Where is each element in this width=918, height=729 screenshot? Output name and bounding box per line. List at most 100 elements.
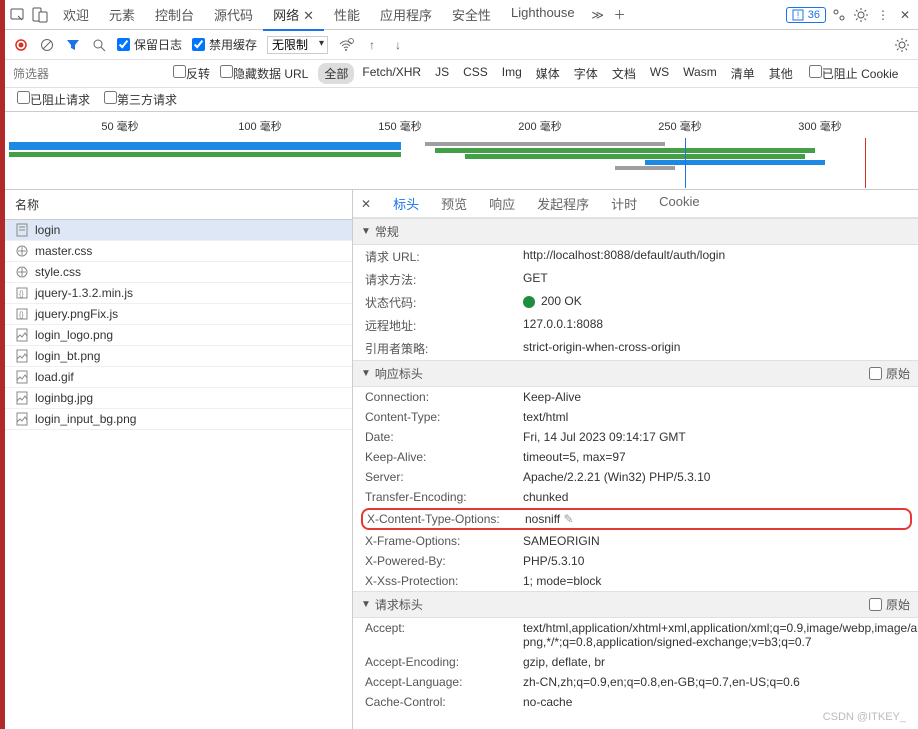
- detail-tab[interactable]: 标头: [391, 190, 421, 220]
- preserve-log-checkbox[interactable]: 保留日志: [117, 36, 182, 53]
- header-key: 引用者策略:: [365, 340, 523, 357]
- clear-icon[interactable]: [39, 37, 55, 53]
- header-row: Connection:Keep-Alive: [353, 387, 918, 407]
- tab-源代码[interactable]: 源代码: [204, 0, 263, 30]
- header-value: http://localhost:8088/default/auth/login: [523, 248, 918, 262]
- type-filter[interactable]: 文档: [606, 63, 642, 84]
- close-tab-icon[interactable]: ✕: [303, 8, 314, 23]
- timeline[interactable]: 50 毫秒100 毫秒150 毫秒200 毫秒250 毫秒300 毫秒: [5, 112, 918, 190]
- tab-性能[interactable]: 性能: [324, 0, 370, 30]
- detail-tab[interactable]: 发起程序: [535, 190, 591, 219]
- tab-欢迎[interactable]: 欢迎: [53, 0, 99, 30]
- waterfall-bar: [9, 142, 401, 150]
- header-value: 200 OK: [523, 294, 918, 308]
- request-row[interactable]: login_logo.png: [5, 325, 352, 346]
- type-filter[interactable]: Wasm: [677, 63, 723, 84]
- header-key: Accept:: [365, 621, 523, 635]
- throttle-select[interactable]: 无限制: [267, 36, 328, 54]
- download-icon[interactable]: ↓: [390, 37, 406, 53]
- type-filter[interactable]: JS: [429, 63, 455, 84]
- tab-安全性[interactable]: 安全性: [442, 0, 501, 30]
- add-tab-icon[interactable]: ＋: [611, 6, 629, 24]
- name-header[interactable]: 名称: [5, 190, 352, 220]
- waterfall-bar: [9, 152, 401, 157]
- record-icon[interactable]: [13, 37, 29, 53]
- raw-toggle[interactable]: 原始: [869, 365, 910, 382]
- tick-label: 150 毫秒: [378, 118, 421, 134]
- header-value: strict-origin-when-cross-origin: [523, 340, 918, 354]
- type-filter[interactable]: Fetch/XHR: [356, 63, 427, 84]
- upload-icon[interactable]: ↑: [364, 37, 380, 53]
- issues-badge[interactable]: !36: [786, 7, 826, 23]
- raw-toggle[interactable]: 原始: [869, 596, 910, 613]
- request-list: 名称 loginmaster.css style.css {}jquery-1.3.…: [5, 190, 353, 729]
- edit-icon[interactable]: ✎: [563, 512, 573, 526]
- blocked-cookies-checkbox[interactable]: 已阻止 Cookie: [809, 65, 899, 82]
- tab-Lighthouse[interactable]: Lighthouse: [501, 0, 585, 30]
- type-filter[interactable]: WS: [644, 63, 675, 84]
- search-icon[interactable]: [91, 37, 107, 53]
- detail-tab[interactable]: 响应: [487, 190, 517, 219]
- filter-input[interactable]: [13, 67, 163, 81]
- request-row[interactable]: {}jquery-1.3.2.min.js: [5, 283, 352, 304]
- close-devtools-icon[interactable]: ✕: [896, 6, 914, 24]
- request-headers-section[interactable]: ▼请求标头原始: [353, 591, 918, 618]
- wifi-icon[interactable]: [338, 37, 354, 53]
- request-row[interactable]: {}jquery.pngFix.js: [5, 304, 352, 325]
- more-tabs-icon[interactable]: ≫: [589, 6, 607, 24]
- request-row[interactable]: login: [5, 220, 352, 241]
- request-row[interactable]: master.css: [5, 241, 352, 262]
- header-key: Content-Type:: [365, 410, 523, 424]
- request-row[interactable]: load.gif: [5, 367, 352, 388]
- watermark: CSDN @ITKEY_: [823, 711, 906, 723]
- request-name: login_logo.png: [35, 328, 113, 342]
- detail-tab[interactable]: Cookie: [657, 190, 701, 219]
- settings-alt-icon[interactable]: [830, 6, 848, 24]
- disable-cache-checkbox[interactable]: 禁用缓存: [192, 36, 257, 53]
- type-filter[interactable]: 全部: [318, 63, 354, 84]
- third-party-checkbox[interactable]: 第三方请求: [104, 91, 177, 108]
- tab-元素[interactable]: 元素: [99, 0, 145, 30]
- header-value: zh-CN,zh;q=0.9,en;q=0.8,en-GB;q=0.7,en-U…: [523, 675, 918, 689]
- header-value: gzip, deflate, br: [523, 655, 918, 669]
- detail-tab[interactable]: 计时: [609, 190, 639, 219]
- invert-checkbox[interactable]: 反转: [173, 65, 210, 82]
- general-section[interactable]: ▼常规: [353, 218, 918, 245]
- tab-控制台[interactable]: 控制台: [145, 0, 204, 30]
- type-filter[interactable]: 媒体: [530, 63, 566, 84]
- blocked-requests-checkbox[interactable]: 已阻止请求: [17, 91, 90, 108]
- type-filter[interactable]: Img: [496, 63, 528, 84]
- detail-tab[interactable]: 预览: [439, 190, 469, 219]
- type-filter[interactable]: CSS: [457, 63, 494, 84]
- type-filter[interactable]: 字体: [568, 63, 604, 84]
- header-row: Accept-Encoding:gzip, deflate, br: [353, 652, 918, 672]
- request-row[interactable]: style.css: [5, 262, 352, 283]
- type-filter[interactable]: 清单: [725, 63, 761, 84]
- request-row[interactable]: loginbg.jpg: [5, 388, 352, 409]
- response-headers-section[interactable]: ▼响应标头原始: [353, 360, 918, 387]
- filter-icon[interactable]: [65, 37, 81, 53]
- device-toggle-icon[interactable]: [31, 6, 49, 24]
- header-value: nosniff ✎: [525, 512, 906, 526]
- css-icon: [15, 265, 29, 279]
- header-value: text/html,application/xhtml+xml,applicat…: [523, 621, 918, 649]
- header-row: 请求方法:GET: [353, 268, 918, 291]
- tab-网络[interactable]: 网络✕: [263, 0, 324, 30]
- header-key: 状态代码:: [365, 294, 523, 311]
- type-filter[interactable]: 其他: [763, 63, 799, 84]
- request-name: jquery.pngFix.js: [35, 307, 118, 321]
- gear-icon[interactable]: [852, 6, 870, 24]
- devtools-tabbar: 欢迎元素控制台源代码网络✕性能应用程序安全性Lighthouse ≫ ＋ !36…: [5, 0, 918, 30]
- settings-gear-icon[interactable]: [894, 37, 910, 53]
- request-row[interactable]: login_input_bg.png: [5, 409, 352, 430]
- kebab-icon[interactable]: ⋮: [874, 6, 892, 24]
- tab-应用程序[interactable]: 应用程序: [370, 0, 442, 30]
- close-detail-icon[interactable]: ✕: [359, 195, 373, 213]
- header-key: Server:: [365, 470, 523, 484]
- inspect-icon[interactable]: [9, 6, 27, 24]
- request-row[interactable]: login_bt.png: [5, 346, 352, 367]
- request-name: style.css: [35, 265, 81, 279]
- header-row: 远程地址:127.0.0.1:8088: [353, 314, 918, 337]
- header-row: 状态代码:200 OK: [353, 291, 918, 314]
- hide-data-url-checkbox[interactable]: 隐藏数据 URL: [220, 65, 308, 82]
